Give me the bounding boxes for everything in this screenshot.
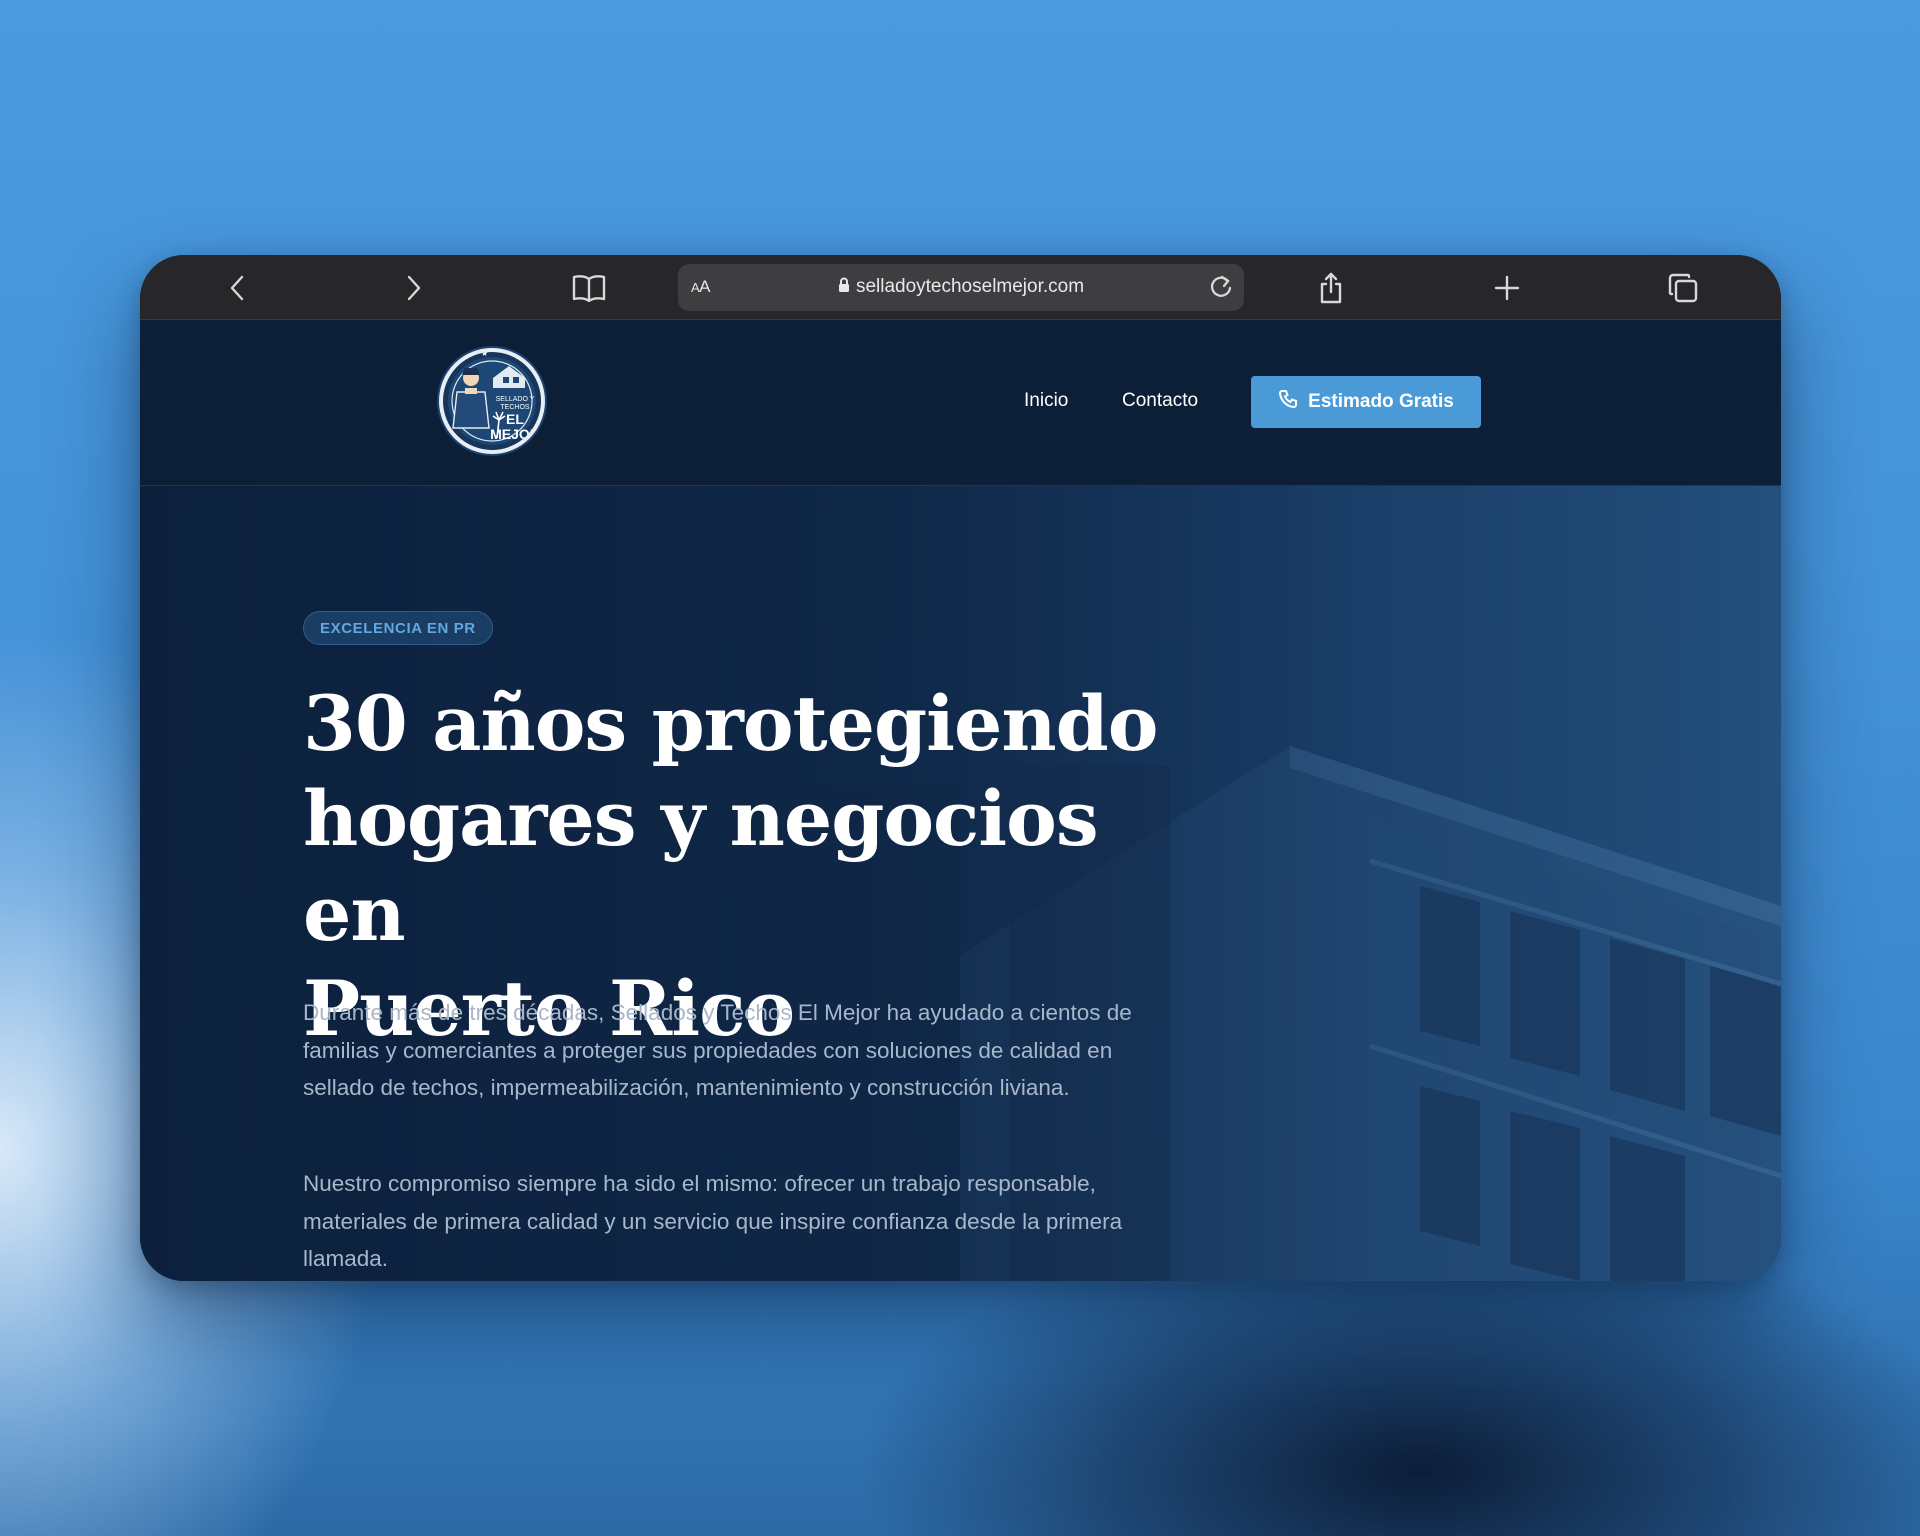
nav-link-inicio[interactable]: Inicio [1024,390,1068,412]
url-value: selladoytechoselmejor.com [855,276,1085,297]
hero-paragraph-1: Durante más de tres décadas, Sellados y … [303,1000,1132,1100]
browser-toolbar: AA selladoytechoselmejor.com [140,255,1781,320]
svg-text:★: ★ [481,349,488,358]
browser-window: AA selladoytechoselmejor.com ★ SELLADO Y… [140,255,1781,1281]
hero-title-line: hogares y negocios en [303,774,1099,958]
site-header: ★ SELLADO Y TECHOS EL MEJOR Inicio Conta… [140,320,1781,486]
plus-icon[interactable] [1490,271,1524,305]
hero-title-line: 30 años protegiendo [303,679,1158,768]
reload-icon[interactable] [1207,273,1235,306]
hero-badge: EXCELENCIA EN PR [303,611,493,645]
hero-section: EXCELENCIA EN PR 30 años protegiendo hog… [140,486,1781,1281]
book-icon[interactable] [572,271,606,305]
address-bar[interactable]: AA selladoytechoselmejor.com [678,264,1244,311]
url-text: selladoytechoselmejor.com [678,276,1244,299]
phone-icon [1278,389,1298,415]
logo-wordmark: SELLADO Y TECHOS EL MEJOR [487,396,541,442]
logo-big-text: EL MEJOR [490,411,540,442]
hero-paragraph-2: Nuestro compromiso siempre ha sido el mi… [303,1171,1123,1271]
logo-small-text: SELLADO Y TECHOS [495,396,535,411]
tabs-icon[interactable] [1666,271,1700,305]
estimado-gratis-button[interactable]: Estimado Gratis [1251,376,1481,428]
site-logo[interactable]: ★ SELLADO Y TECHOS EL MEJOR [439,348,545,454]
nav-link-contacto[interactable]: Contacto [1122,390,1198,412]
lock-icon [838,277,850,299]
share-icon[interactable] [1314,271,1348,305]
chevron-right-icon[interactable] [396,271,430,305]
estimado-gratis-label: Estimado Gratis [1308,391,1454,412]
chevron-left-icon[interactable] [221,271,255,305]
